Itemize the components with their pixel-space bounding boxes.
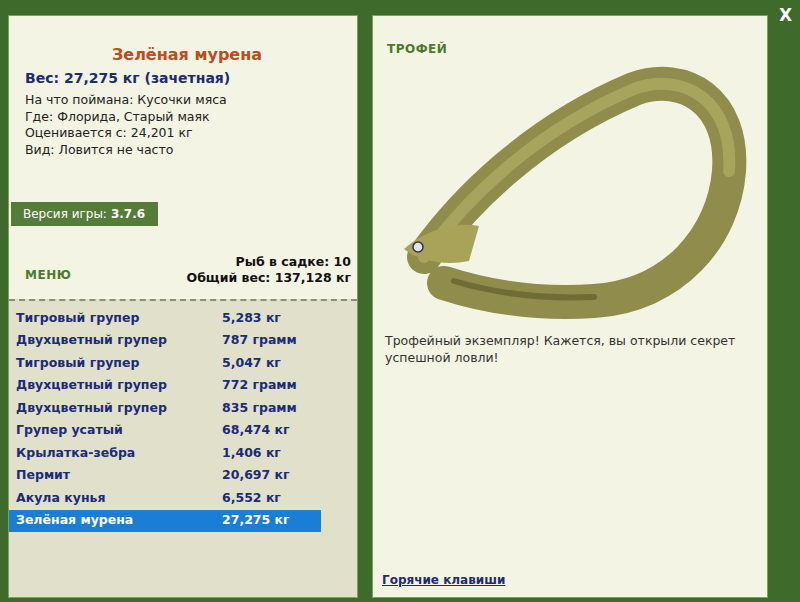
fish-weight: Вес: 27,275 кг (зачетная)	[25, 68, 349, 88]
fish-picture	[381, 58, 757, 326]
menu-row: МЕНЮ Рыб в садке: 10 Общий вес: 137,128 …	[25, 254, 351, 286]
catch-row[interactable]: Зелёная мурена27,275 кг	[9, 510, 321, 533]
fish-info: Зелёная мурена Вес: 27,275 кг (зачетная)…	[9, 16, 357, 299]
catch-row[interactable]: Двухцветный групер772 грамм	[9, 375, 321, 398]
version-label: Версия игры:	[23, 205, 107, 223]
total-weight: Общий вес: 137,128 кг	[187, 270, 352, 286]
catch-row[interactable]: Акула кунья6,552 кг	[9, 487, 321, 510]
close-button[interactable]: X	[768, 7, 800, 24]
fish-name: Двухцветный групер	[16, 376, 222, 395]
fish-count: Рыб в садке: 10	[187, 254, 352, 270]
catch-row[interactable]: Тигровый групер5,047 кг	[9, 352, 321, 375]
catch-list: Тигровый групер5,283 кгДвухцветный групе…	[9, 299, 357, 597]
fish-detail: Вид: Ловится не часто	[25, 142, 349, 159]
fish-weight: 1,406 кг	[222, 444, 281, 463]
fish-weight: 5,283 кг	[222, 309, 281, 328]
fish-name: Пермит	[16, 466, 222, 485]
trophy-label: ТРОФЕЙ	[387, 40, 757, 58]
hotkeys-link[interactable]: Горячие клавиши	[382, 573, 505, 587]
fish-weight: 68,474 кг	[222, 421, 290, 440]
fish-weight: 787 грамм	[222, 331, 297, 350]
fish-name: Акула кунья	[16, 489, 222, 508]
fish-weight: 772 грамм	[222, 376, 297, 395]
fish-detail: На что поймана: Кусочки мяса	[25, 92, 349, 109]
fish-detail: Оценивается с: 24,201 кг	[25, 125, 349, 142]
version-bar: Версия игры: 3.7.6	[11, 202, 158, 226]
keepnet-stats: Рыб в садке: 10 Общий вес: 137,128 кг	[187, 254, 352, 286]
fish-name: Крылатка-зебра	[16, 444, 222, 463]
catch-row[interactable]: Пермит20,697 кг	[9, 465, 321, 488]
fish-name: Тигровый групер	[16, 309, 222, 328]
fish-name: Двухцветный групер	[16, 331, 222, 350]
version-value: 3.7.6	[111, 205, 145, 223]
catch-row[interactable]: Двухцветный групер835 грамм	[9, 397, 321, 420]
fish-name: Двухцветный групер	[16, 399, 222, 418]
fish-details: На что поймана: Кусочки мясаГде: Флорида…	[25, 92, 349, 158]
fish-weight: 27,275 кг	[222, 511, 290, 530]
moray-eel-icon	[384, 61, 754, 323]
fish-weight: 5,047 кг	[222, 354, 281, 373]
fish-weight: 835 грамм	[222, 399, 297, 418]
fish-weight: 6,552 кг	[222, 489, 281, 508]
fish-name: Зелёная мурена	[16, 511, 222, 530]
game-window: Зелёная мурена Вес: 27,275 кг (зачетная)…	[0, 0, 800, 602]
catch-row[interactable]: Двухцветный групер787 грамм	[9, 330, 321, 353]
catch-row[interactable]: Групер усатый68,474 кг	[9, 420, 321, 443]
catch-row[interactable]: Крылатка-зебра1,406 кг	[9, 442, 321, 465]
fish-title: Зелёная мурена	[25, 44, 349, 66]
fish-detail: Где: Флорида, Старый маяк	[25, 109, 349, 126]
trophy-panel: ТРОФЕЙ Трофейный экземпляр! Кажется, вы …	[372, 15, 768, 598]
trophy-message: Трофейный экземпляр! Кажется, вы открыли…	[385, 332, 757, 366]
close-area: X	[768, 15, 800, 598]
menu-button[interactable]: МЕНЮ	[25, 266, 71, 286]
fish-name: Групер усатый	[16, 421, 222, 440]
fish-weight: 20,697 кг	[222, 466, 290, 485]
catch-row[interactable]: Тигровый групер5,283 кг	[9, 307, 321, 330]
fish-name: Тигровый групер	[16, 354, 222, 373]
catch-panel: Зелёная мурена Вес: 27,275 кг (зачетная)…	[8, 15, 358, 598]
